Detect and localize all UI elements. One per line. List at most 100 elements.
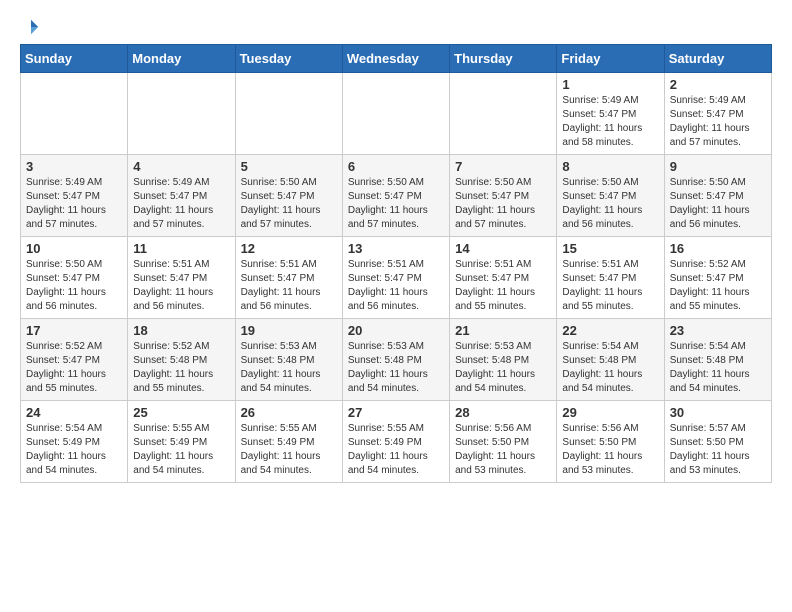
calendar-cell: 22 Sunrise: 5:54 AMSunset: 5:48 PMDayligh… <box>557 319 664 401</box>
calendar-week-row: 17 Sunrise: 5:52 AMSunset: 5:47 PMDayligh… <box>21 319 772 401</box>
calendar-cell <box>128 73 235 155</box>
day-info: Sunrise: 5:55 AMSunset: 5:49 PMDaylight:… <box>133 422 229 478</box>
calendar-cell: 16 Sunrise: 5:52 AMSunset: 5:47 PMDayligh… <box>664 237 771 319</box>
day-info: Sunrise: 5:52 AMSunset: 5:47 PMDaylight:… <box>670 258 766 314</box>
day-number: 27 <box>348 405 444 420</box>
calendar-cell: 29 Sunrise: 5:56 AMSunset: 5:50 PMDayligh… <box>557 401 664 483</box>
calendar-cell: 21 Sunrise: 5:53 AMSunset: 5:48 PMDayligh… <box>450 319 557 401</box>
calendar-cell: 11 Sunrise: 5:51 AMSunset: 5:47 PMDayligh… <box>128 237 235 319</box>
day-info: Sunrise: 5:54 AMSunset: 5:48 PMDaylight:… <box>670 340 766 396</box>
day-number: 22 <box>562 323 658 338</box>
column-header-monday: Monday <box>128 45 235 73</box>
day-info: Sunrise: 5:50 AMSunset: 5:47 PMDaylight:… <box>670 176 766 232</box>
day-number: 17 <box>26 323 122 338</box>
calendar-cell: 2 Sunrise: 5:49 AMSunset: 5:47 PMDaylight… <box>664 73 771 155</box>
day-number: 13 <box>348 241 444 256</box>
calendar-cell: 28 Sunrise: 5:56 AMSunset: 5:50 PMDayligh… <box>450 401 557 483</box>
day-info: Sunrise: 5:52 AMSunset: 5:48 PMDaylight:… <box>133 340 229 396</box>
day-info: Sunrise: 5:53 AMSunset: 5:48 PMDaylight:… <box>241 340 337 396</box>
day-number: 1 <box>562 77 658 92</box>
day-info: Sunrise: 5:50 AMSunset: 5:47 PMDaylight:… <box>348 176 444 232</box>
day-number: 28 <box>455 405 551 420</box>
calendar-cell: 20 Sunrise: 5:53 AMSunset: 5:48 PMDayligh… <box>342 319 449 401</box>
day-number: 14 <box>455 241 551 256</box>
day-number: 24 <box>26 405 122 420</box>
calendar-cell: 30 Sunrise: 5:57 AMSunset: 5:50 PMDayligh… <box>664 401 771 483</box>
day-info: Sunrise: 5:51 AMSunset: 5:47 PMDaylight:… <box>348 258 444 314</box>
calendar-cell: 17 Sunrise: 5:52 AMSunset: 5:47 PMDayligh… <box>21 319 128 401</box>
calendar-cell: 1Sunrise: 5:49 AMSunset: 5:47 PMDaylight… <box>557 73 664 155</box>
calendar-cell: 12 Sunrise: 5:51 AMSunset: 5:47 PMDayligh… <box>235 237 342 319</box>
day-info: Sunrise: 5:49 AMSunset: 5:47 PMDaylight:… <box>670 94 766 150</box>
day-number: 3 <box>26 159 122 174</box>
day-info: Sunrise: 5:51 AMSunset: 5:47 PMDaylight:… <box>562 258 658 314</box>
day-number: 4 <box>133 159 229 174</box>
calendar-table: SundayMondayTuesdayWednesdayThursdayFrid… <box>20 44 772 483</box>
day-number: 16 <box>670 241 766 256</box>
day-info: Sunrise: 5:49 AMSunset: 5:47 PMDaylight:… <box>133 176 229 232</box>
day-info: Sunrise: 5:55 AMSunset: 5:49 PMDaylight:… <box>241 422 337 478</box>
day-number: 12 <box>241 241 337 256</box>
calendar-cell: 24 Sunrise: 5:54 AMSunset: 5:49 PMDayligh… <box>21 401 128 483</box>
page-header <box>20 10 772 36</box>
calendar-cell: 23 Sunrise: 5:54 AMSunset: 5:48 PMDayligh… <box>664 319 771 401</box>
calendar-cell: 8 Sunrise: 5:50 AMSunset: 5:47 PMDaylight… <box>557 155 664 237</box>
day-number: 25 <box>133 405 229 420</box>
day-number: 8 <box>562 159 658 174</box>
day-info: Sunrise: 5:49 AMSunset: 5:47 PMDaylight:… <box>26 176 122 232</box>
calendar-cell <box>21 73 128 155</box>
day-number: 30 <box>670 405 766 420</box>
day-info: Sunrise: 5:50 AMSunset: 5:47 PMDaylight:… <box>241 176 337 232</box>
day-number: 18 <box>133 323 229 338</box>
day-number: 7 <box>455 159 551 174</box>
calendar-cell: 7 Sunrise: 5:50 AMSunset: 5:47 PMDaylight… <box>450 155 557 237</box>
day-info: Sunrise: 5:53 AMSunset: 5:48 PMDaylight:… <box>455 340 551 396</box>
column-header-friday: Friday <box>557 45 664 73</box>
day-info: Sunrise: 5:57 AMSunset: 5:50 PMDaylight:… <box>670 422 766 478</box>
column-header-saturday: Saturday <box>664 45 771 73</box>
calendar-cell: 9Sunrise: 5:50 AMSunset: 5:47 PMDaylight… <box>664 155 771 237</box>
day-number: 15 <box>562 241 658 256</box>
day-info: Sunrise: 5:56 AMSunset: 5:50 PMDaylight:… <box>562 422 658 478</box>
day-number: 19 <box>241 323 337 338</box>
calendar-week-row: 24 Sunrise: 5:54 AMSunset: 5:49 PMDayligh… <box>21 401 772 483</box>
day-number: 21 <box>455 323 551 338</box>
day-info: Sunrise: 5:54 AMSunset: 5:48 PMDaylight:… <box>562 340 658 396</box>
calendar-cell: 3 Sunrise: 5:49 AMSunset: 5:47 PMDaylight… <box>21 155 128 237</box>
day-info: Sunrise: 5:50 AMSunset: 5:47 PMDaylight:… <box>562 176 658 232</box>
day-info: Sunrise: 5:54 AMSunset: 5:49 PMDaylight:… <box>26 422 122 478</box>
logo <box>20 18 40 36</box>
day-info: Sunrise: 5:50 AMSunset: 5:47 PMDaylight:… <box>455 176 551 232</box>
day-number: 11 <box>133 241 229 256</box>
day-number: 29 <box>562 405 658 420</box>
calendar-cell: 14 Sunrise: 5:51 AMSunset: 5:47 PMDayligh… <box>450 237 557 319</box>
day-number: 20 <box>348 323 444 338</box>
column-header-tuesday: Tuesday <box>235 45 342 73</box>
day-number: 23 <box>670 323 766 338</box>
day-info: Sunrise: 5:51 AMSunset: 5:47 PMDaylight:… <box>241 258 337 314</box>
day-info: Sunrise: 5:51 AMSunset: 5:47 PMDaylight:… <box>455 258 551 314</box>
day-info: Sunrise: 5:56 AMSunset: 5:50 PMDaylight:… <box>455 422 551 478</box>
calendar-cell: 25 Sunrise: 5:55 AMSunset: 5:49 PMDayligh… <box>128 401 235 483</box>
calendar-cell <box>342 73 449 155</box>
calendar-week-row: 1 Sunrise: 5:49 AMSunset: 5:47 PMDaylight… <box>21 73 772 155</box>
calendar-cell: 10Sunrise: 5:50 AMSunset: 5:47 PMDayligh… <box>21 237 128 319</box>
day-info: Sunrise: 5:51 AMSunset: 5:47 PMDaylight:… <box>133 258 229 314</box>
day-number: 2 <box>670 77 766 92</box>
calendar-cell <box>235 73 342 155</box>
calendar-cell: 6 Sunrise: 5:50 AMSunset: 5:47 PMDaylight… <box>342 155 449 237</box>
calendar-cell: 18 Sunrise: 5:52 AMSunset: 5:48 PMDayligh… <box>128 319 235 401</box>
calendar-cell: 27Sunrise: 5:55 AMSunset: 5:49 PMDayligh… <box>342 401 449 483</box>
calendar-cell: 15 Sunrise: 5:51 AMSunset: 5:47 PMDayligh… <box>557 237 664 319</box>
day-number: 5 <box>241 159 337 174</box>
calendar-cell: 19 Sunrise: 5:53 AMSunset: 5:48 PMDayligh… <box>235 319 342 401</box>
day-info: Sunrise: 5:52 AMSunset: 5:47 PMDaylight:… <box>26 340 122 396</box>
calendar-cell <box>450 73 557 155</box>
calendar-cell: 5 Sunrise: 5:50 AMSunset: 5:47 PMDaylight… <box>235 155 342 237</box>
calendar-week-row: 3 Sunrise: 5:49 AMSunset: 5:47 PMDaylight… <box>21 155 772 237</box>
day-number: 6 <box>348 159 444 174</box>
calendar-cell: 26Sunrise: 5:55 AMSunset: 5:49 PMDayligh… <box>235 401 342 483</box>
calendar-week-row: 10Sunrise: 5:50 AMSunset: 5:47 PMDayligh… <box>21 237 772 319</box>
day-info: Sunrise: 5:50 AMSunset: 5:47 PMDaylight:… <box>26 258 122 314</box>
day-info: Sunrise: 5:53 AMSunset: 5:48 PMDaylight:… <box>348 340 444 396</box>
